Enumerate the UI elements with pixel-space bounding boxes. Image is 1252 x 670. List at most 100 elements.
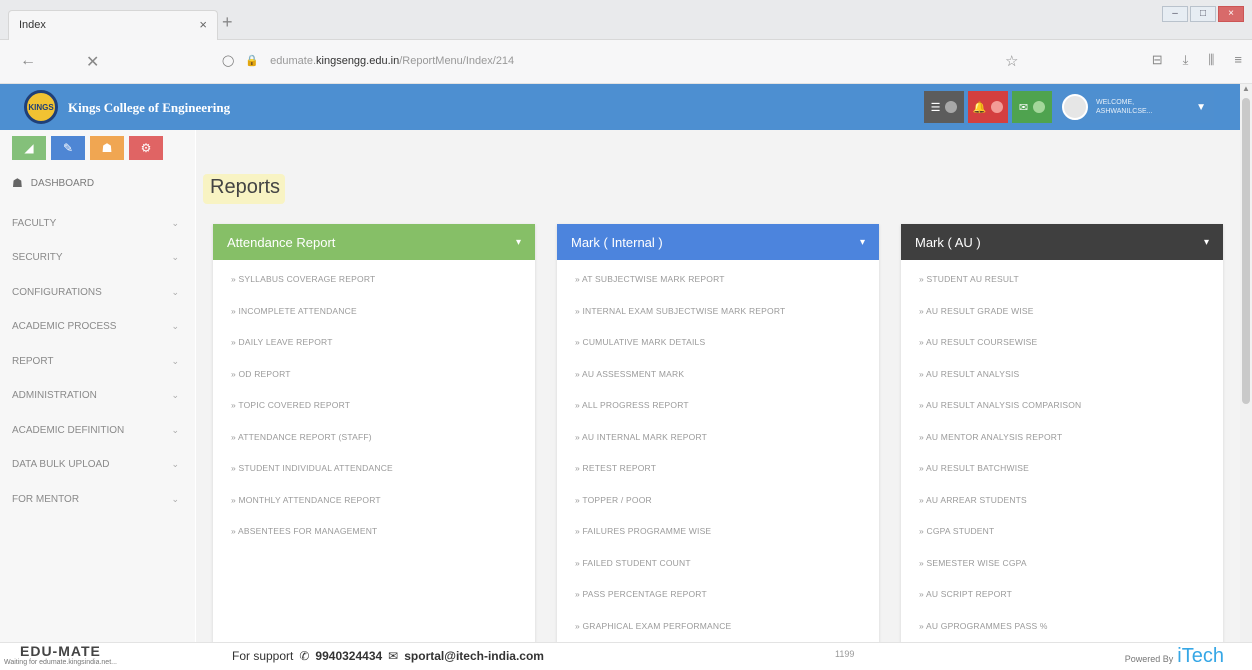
report-link[interactable]: » AU RESULT GRADE WISE	[919, 306, 1207, 338]
avatar	[1062, 94, 1088, 120]
chevron-down-icon[interactable]: ▾	[516, 237, 521, 248]
dashboard-icon: ☗	[12, 176, 23, 190]
tab-close-icon[interactable]: ×	[199, 17, 207, 32]
report-link[interactable]: » ALL PROGRESS REPORT	[575, 400, 863, 432]
panel-header[interactable]: Attendance Report ▾	[213, 224, 535, 260]
sidebar-item-dashboard[interactable]: ☗ DASHBOARD	[12, 176, 94, 190]
report-link[interactable]: » STUDENT INDIVIDUAL ATTENDANCE	[231, 463, 519, 495]
scroll-thumb[interactable]	[1242, 98, 1250, 404]
report-link[interactable]: » FAILURES PROGRAMME WISE	[575, 526, 863, 558]
sidebar-item-administration[interactable]: ADMINISTRATION ⌄	[0, 379, 195, 414]
browser-tab[interactable]: Index ×	[8, 10, 218, 40]
sidebar-item-security[interactable]: SECURITY ⌄	[0, 241, 195, 276]
stop-loading-icon[interactable]: ✕	[86, 52, 99, 72]
sidebar-item-faculty[interactable]: FACULTY ⌄	[0, 206, 195, 241]
report-link[interactable]: » FAILED STUDENT COUNT	[575, 558, 863, 590]
window-close-icon[interactable]: ×	[1218, 6, 1244, 22]
envelope-icon: ✉	[1018, 101, 1029, 114]
menu-hamburger-icon[interactable]: ≡	[1234, 52, 1242, 68]
library-icon[interactable]: ⫼	[1208, 52, 1214, 68]
sidebar-item-label: REPORT	[12, 355, 54, 367]
chevron-down-icon[interactable]: ▾	[860, 237, 865, 248]
new-tab-icon[interactable]: +	[222, 12, 233, 33]
page-scrollbar[interactable]: ▲	[1240, 84, 1252, 644]
list-icon: ☰	[930, 101, 941, 114]
report-link[interactable]: » AU ARREAR STUDENTS	[919, 495, 1207, 527]
chart-icon: ◢	[24, 141, 34, 155]
report-link[interactable]: » AU RESULT BATCHWISE	[919, 463, 1207, 495]
header-actions: ☰ 🔔 ✉ WELCOME, ASHWANILCSE... ▼	[924, 91, 1214, 123]
sidebar-item-academic-definition[interactable]: ACADEMIC DEFINITION ⌄	[0, 413, 195, 448]
sidebar-item-academic-process[interactable]: ACADEMIC PROCESS ⌄	[0, 310, 195, 345]
report-link[interactable]: » ATTENDANCE REPORT (STAFF)	[231, 432, 519, 464]
browser-tabbar: Index × + – □ ×	[0, 0, 1252, 40]
sidebar-item-report[interactable]: REPORT ⌄	[0, 344, 195, 379]
support-info: For support ✆ 9940324434 ✉ sportal@itech…	[232, 649, 544, 663]
app-title[interactable]: Kings College of Engineering	[68, 100, 230, 116]
report-link[interactable]: » CGPA STUDENT	[919, 526, 1207, 558]
messages-button[interactable]: ✉	[1012, 91, 1052, 123]
panel-body: » AT SUBJECTWISE MARK REPORT » INTERNAL …	[557, 260, 879, 652]
sidebar-item-label: ACADEMIC DEFINITION	[12, 424, 125, 436]
report-link[interactable]: » RETEST REPORT	[575, 463, 863, 495]
tasks-button[interactable]: ☰	[924, 91, 964, 123]
report-link[interactable]: » DAILY LEAVE REPORT	[231, 337, 519, 369]
chevron-down-icon[interactable]: ▾	[1204, 237, 1209, 248]
panel-title: Attendance Report	[227, 234, 336, 250]
visit-counter: 1199	[835, 649, 855, 659]
report-link[interactable]: » AU RESULT COURSEWISE	[919, 337, 1207, 369]
envelope-icon: ✉	[388, 649, 399, 663]
report-link[interactable]: » AU ASSESSMENT MARK	[575, 369, 863, 401]
report-link[interactable]: » OD REPORT	[231, 369, 519, 401]
report-link[interactable]: » TOPIC COVERED REPORT	[231, 400, 519, 432]
notifications-button[interactable]: 🔔	[968, 91, 1008, 123]
pocket-icon[interactable]: ⊟	[1152, 52, 1163, 68]
bookmark-star-icon[interactable]: ☆	[1005, 52, 1018, 70]
maximize-icon[interactable]: □	[1190, 6, 1216, 22]
report-link[interactable]: » SEMESTER WISE CGPA	[919, 558, 1207, 590]
settings-shortcut-button[interactable]: ⚙	[129, 136, 163, 160]
report-link[interactable]: » AU RESULT ANALYSIS COMPARISON	[919, 400, 1207, 432]
shield-icon: ◯	[222, 55, 235, 67]
sidebar-item-label: ACADEMIC PROCESS	[12, 321, 117, 333]
panel-header[interactable]: Mark ( AU ) ▾	[901, 224, 1223, 260]
sidebar-item-for-mentor[interactable]: FOR MENTOR ⌄	[0, 482, 195, 517]
url-bar[interactable]: ◯ 🔒 edumate.kingsengg.edu.in/ReportMenu/…	[214, 48, 974, 74]
toolbar-icons: ⊟ ⤓ ⫼ ≡	[1152, 52, 1242, 68]
report-link[interactable]: » TOPPER / POOR	[575, 495, 863, 527]
report-link[interactable]: » STUDENT AU RESULT	[919, 274, 1207, 306]
users-shortcut-button[interactable]: ☗	[90, 136, 124, 160]
url-prefix: edumate.	[270, 55, 317, 67]
chart-shortcut-button[interactable]: ◢	[12, 136, 46, 160]
report-link[interactable]: » AU SCRIPT REPORT	[919, 589, 1207, 621]
support-email[interactable]: sportal@itech-india.com	[404, 649, 544, 663]
report-link[interactable]: » AU MENTOR ANALYSIS REPORT	[919, 432, 1207, 464]
sidebar-item-label: SECURITY	[12, 252, 63, 264]
powered-by: Powered By iTech	[1125, 645, 1224, 668]
sidebar-item-data-bulk-upload[interactable]: DATA BULK UPLOAD ⌄	[0, 448, 195, 483]
report-link[interactable]: » INCOMPLETE ATTENDANCE	[231, 306, 519, 338]
back-arrow-icon[interactable]: ←	[20, 52, 36, 70]
pencil-icon: ✎	[62, 141, 74, 155]
report-link[interactable]: » ABSENTEES FOR MANAGEMENT	[231, 526, 519, 558]
report-link[interactable]: » INTERNAL EXAM SUBJECTWISE MARK REPORT	[575, 306, 863, 338]
minimize-icon[interactable]: –	[1162, 6, 1188, 22]
chevron-down-icon: ⌄	[171, 252, 179, 263]
report-link[interactable]: » CUMULATIVE MARK DETAILS	[575, 337, 863, 369]
report-link[interactable]: » AU RESULT ANALYSIS	[919, 369, 1207, 401]
report-link[interactable]: » PASS PERCENTAGE REPORT	[575, 589, 863, 621]
report-link[interactable]: » AT SUBJECTWISE MARK REPORT	[575, 274, 863, 306]
edit-shortcut-button[interactable]: ✎	[51, 136, 85, 160]
report-link[interactable]: » MONTHLY ATTENDANCE REPORT	[231, 495, 519, 527]
user-menu[interactable]: WELCOME, ASHWANILCSE... ▼	[1056, 91, 1214, 123]
scroll-up-icon[interactable]: ▲	[1242, 84, 1250, 93]
users-icon: ☗	[101, 141, 113, 155]
download-icon[interactable]: ⤓	[1183, 52, 1189, 68]
powered-by-label: Powered By	[1124, 654, 1174, 664]
report-link[interactable]: » AU INTERNAL MARK REPORT	[575, 432, 863, 464]
panel-header[interactable]: Mark ( Internal ) ▾	[557, 224, 879, 260]
sidebar-item-configurations[interactable]: CONFIGURATIONS ⌄	[0, 275, 195, 310]
insecure-lock-icon[interactable]: 🔒	[245, 55, 259, 67]
college-logo: KINGS	[24, 90, 58, 124]
report-link[interactable]: » SYLLABUS COVERAGE REPORT	[231, 274, 519, 306]
